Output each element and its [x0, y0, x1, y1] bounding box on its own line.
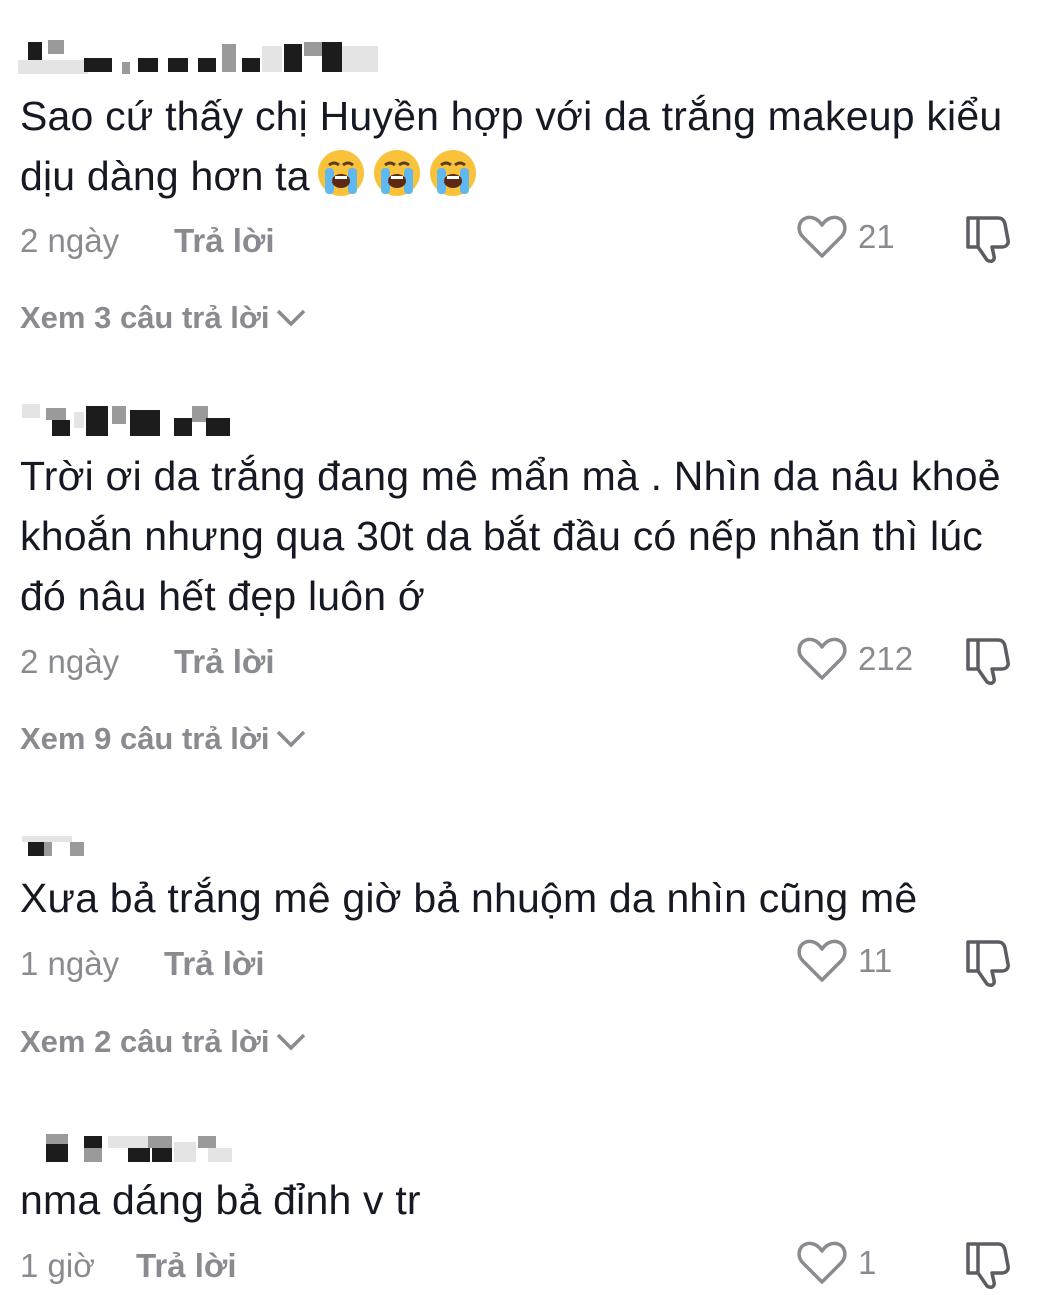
- reply-button[interactable]: Trả lời: [174, 643, 275, 681]
- like-count: 1: [858, 1244, 877, 1281]
- comment-timestamp: 1 giờ: [20, 1247, 95, 1284]
- comment-text: nma dáng bả đỉnh v tr: [20, 1177, 421, 1223]
- heart-outline-icon: [797, 1241, 847, 1284]
- comment-timestamp: 1 ngày: [20, 945, 120, 982]
- thumbs-down-icon: [966, 216, 1010, 263]
- view-replies-label: Xem 9 câu trả lời: [20, 721, 270, 756]
- dislike-button[interactable]: [960, 1238, 1012, 1290]
- view-replies-label: Xem 2 câu trả lời: [20, 1024, 270, 1059]
- dislike-button[interactable]: [960, 212, 1012, 264]
- thumbs-down-icon: [966, 638, 1010, 685]
- comment-text: Trời ơi da trắng đang mê mẩn mà . Nhìn d…: [20, 453, 1013, 619]
- like-button[interactable]: 212: [796, 636, 913, 682]
- heart-outline-icon: [797, 939, 847, 982]
- dislike-button[interactable]: [960, 634, 1012, 686]
- dislike-button[interactable]: [960, 936, 1012, 988]
- username-pixelated[interactable]: [18, 40, 382, 74]
- comment-text: Xưa bả trắng mê giờ bả nhuộm da nhìn cũn…: [20, 875, 918, 921]
- thumbs-down-icon: [966, 940, 1010, 987]
- loudly-crying-face-icon: [372, 148, 422, 198]
- view-replies-button[interactable]: Xem 9 câu trả lời: [20, 721, 307, 757]
- thumbs-down-icon: [966, 1242, 1010, 1289]
- comment-timestamp: 2 ngày: [20, 643, 120, 680]
- reply-button[interactable]: Trả lời: [174, 222, 275, 260]
- comment-text: Sao cứ thấy chị Huyền hợp với da trắng m…: [20, 93, 1014, 199]
- chevron-down-icon: [277, 1033, 306, 1051]
- like-button[interactable]: 1: [796, 1240, 876, 1286]
- view-replies-button[interactable]: Xem 3 câu trả lời: [20, 300, 307, 336]
- loudly-crying-face-icon: [316, 148, 366, 198]
- like-count: 11: [858, 942, 893, 979]
- comment-timestamp: 2 ngày: [20, 222, 120, 259]
- heart-outline-icon: [797, 637, 847, 680]
- loudly-crying-face-icon: [428, 148, 478, 198]
- heart-outline-icon: [797, 215, 847, 258]
- like-button[interactable]: 21: [796, 214, 895, 260]
- view-replies-label: Xem 3 câu trả lời: [20, 300, 270, 335]
- like-count: 21: [858, 218, 895, 255]
- reply-button[interactable]: Trả lời: [164, 945, 265, 983]
- reply-button[interactable]: Trả lời: [136, 1247, 237, 1285]
- like-count: 212: [858, 640, 914, 677]
- like-button[interactable]: 11: [796, 938, 892, 984]
- view-replies-button[interactable]: Xem 2 câu trả lời: [20, 1024, 307, 1060]
- chevron-down-icon: [277, 730, 306, 748]
- chevron-down-icon: [277, 309, 306, 327]
- username-pixelated[interactable]: [22, 836, 382, 870]
- username-pixelated[interactable]: [22, 1134, 382, 1168]
- username-pixelated[interactable]: [22, 404, 382, 438]
